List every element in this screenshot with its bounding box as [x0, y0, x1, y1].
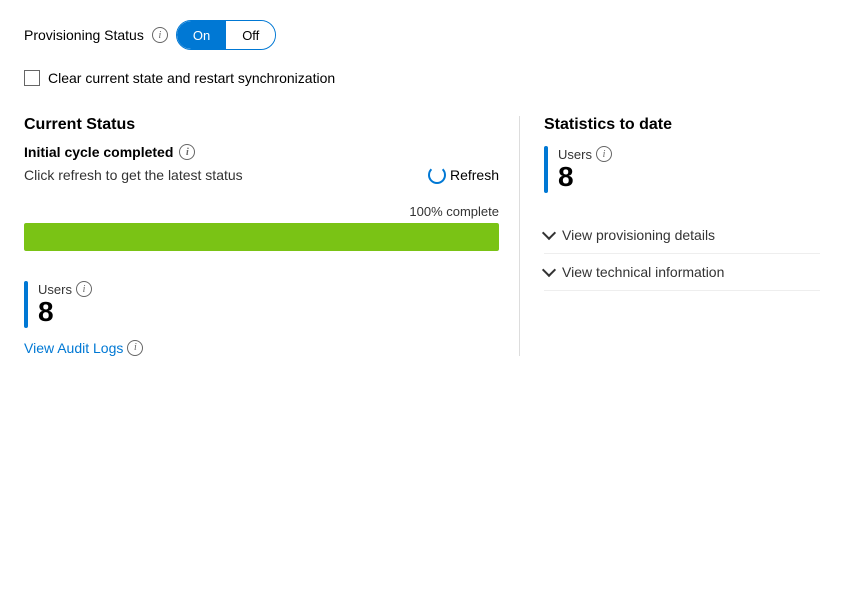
statistics-title: Statistics to date [544, 116, 820, 134]
stats-users-info-icon[interactable]: i [596, 146, 612, 162]
view-provisioning-details-row[interactable]: View provisioning details [544, 217, 820, 254]
users-bar-indicator [24, 281, 28, 328]
progress-bar-background [24, 223, 499, 251]
checkbox-row: Clear current state and restart synchron… [24, 70, 820, 86]
users-info: Users i 8 [38, 281, 92, 328]
refresh-prompt-text: Click refresh to get the latest status [24, 167, 243, 183]
users-count: 8 [38, 297, 92, 328]
provisioning-status-row: Provisioning Status i On Off [24, 20, 820, 50]
initial-cycle-row: Initial cycle completed i [24, 144, 499, 160]
initial-cycle-label: Initial cycle completed [24, 144, 173, 160]
current-status-title: Current Status [24, 116, 499, 134]
right-panel: Statistics to date Users i 8 View provis… [520, 116, 820, 356]
chevron-down-icon [542, 226, 556, 240]
provisioning-info-icon[interactable]: i [152, 27, 168, 43]
chevron-down-icon-2 [542, 263, 556, 277]
users-label: Users [38, 282, 72, 297]
provisioning-status-label: Provisioning Status [24, 27, 144, 43]
main-content: Current Status Initial cycle completed i… [24, 116, 820, 356]
audit-info-icon[interactable]: i [127, 340, 143, 356]
users-info-icon[interactable]: i [76, 281, 92, 297]
stats-users-label-row: Users i [558, 146, 612, 162]
audit-link-label: View Audit Logs [24, 340, 123, 356]
stats-users-bar-indicator [544, 146, 548, 193]
progress-bar-fill [24, 223, 499, 251]
bottom-left-section: Users i 8 View Audit Logs i [24, 281, 499, 356]
stats-users-count: 8 [558, 162, 612, 193]
toggle-off-button[interactable]: Off [226, 21, 275, 49]
progress-label: 100% complete [24, 204, 499, 219]
users-label-row: Users i [38, 281, 92, 297]
view-technical-information-label: View technical information [562, 264, 724, 280]
refresh-label: Refresh [450, 167, 499, 183]
checkbox-label: Clear current state and restart synchron… [48, 70, 335, 86]
refresh-row: Click refresh to get the latest status R… [24, 166, 499, 184]
toggle-on-button[interactable]: On [177, 21, 226, 49]
refresh-button[interactable]: Refresh [428, 166, 499, 184]
view-audit-logs-link[interactable]: View Audit Logs i [24, 340, 499, 356]
initial-cycle-info-icon[interactable]: i [179, 144, 195, 160]
clear-state-checkbox[interactable] [24, 70, 40, 86]
users-section: Users i 8 [24, 281, 499, 328]
stats-users-label: Users [558, 147, 592, 162]
toggle-switch[interactable]: On Off [176, 20, 276, 50]
refresh-icon [428, 166, 446, 184]
stats-users-section: Users i 8 [544, 146, 820, 193]
view-technical-information-row[interactable]: View technical information [544, 254, 820, 291]
left-panel: Current Status Initial cycle completed i… [24, 116, 520, 356]
stats-users-info: Users i 8 [558, 146, 612, 193]
view-provisioning-details-label: View provisioning details [562, 227, 715, 243]
progress-area: 100% complete [24, 204, 499, 251]
